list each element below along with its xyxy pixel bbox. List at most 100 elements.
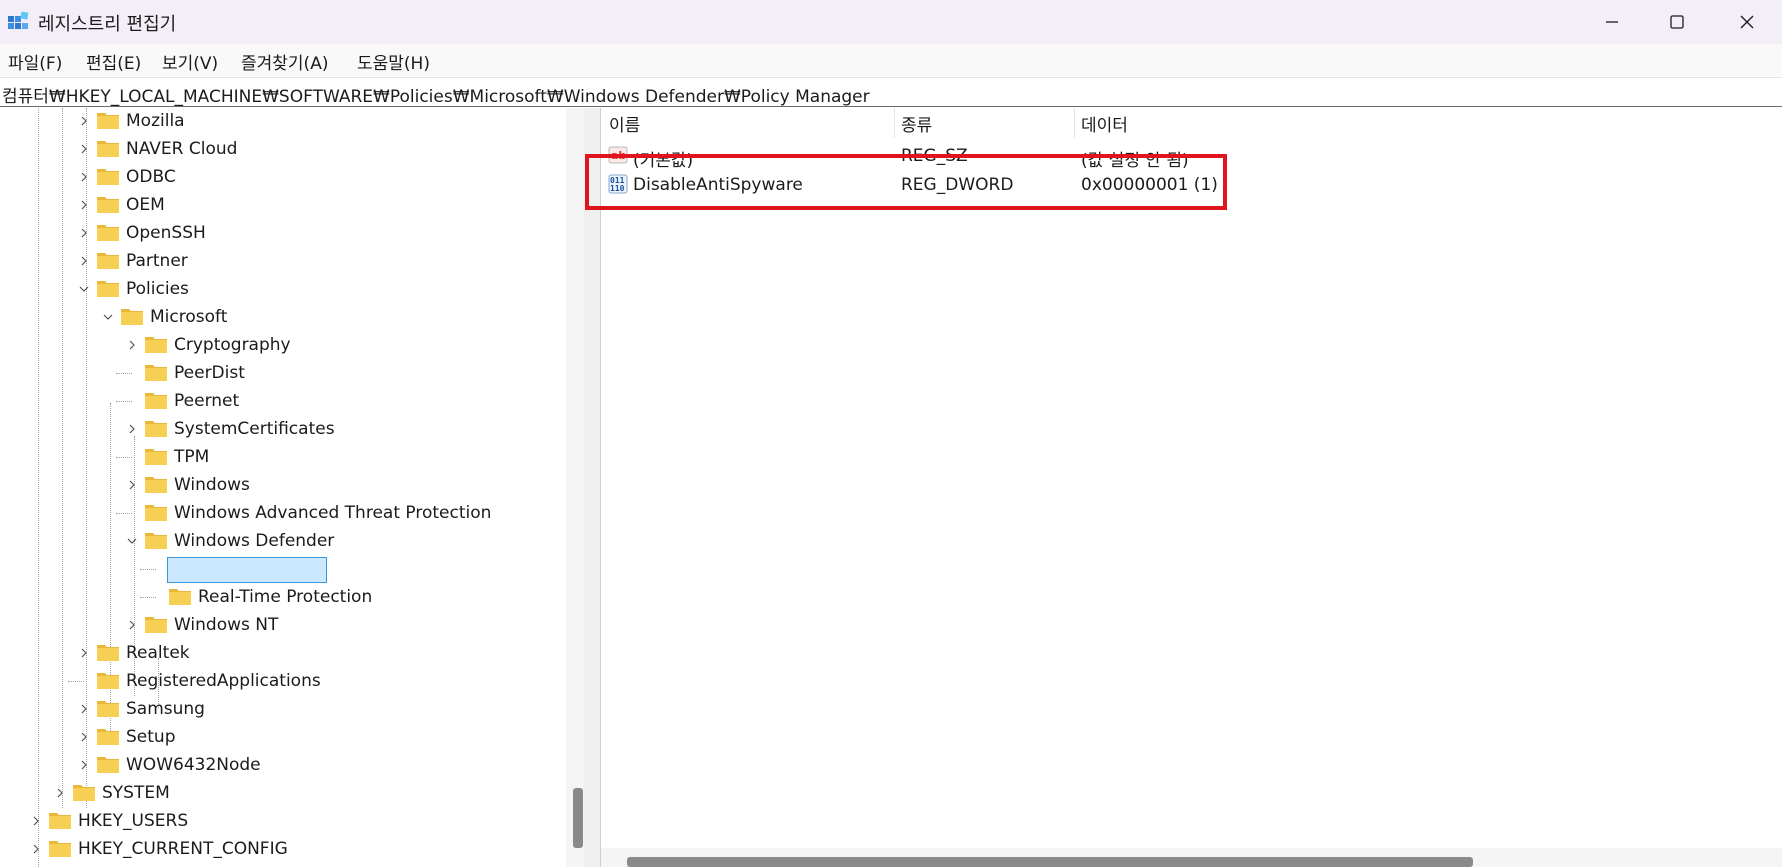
tree-guide-line <box>116 401 132 402</box>
chevron-right-icon[interactable] <box>78 759 90 771</box>
maximize-button[interactable] <box>1642 0 1712 44</box>
tree-node-label: Mozilla <box>126 111 185 131</box>
tree-node[interactable]: HKEY_USERS <box>0 808 560 834</box>
chevron-right-icon[interactable] <box>78 115 90 127</box>
tree-guide-line <box>68 681 84 682</box>
chevron-right-icon[interactable] <box>78 143 90 155</box>
tree-node[interactable]: Windows Advanced Threat Protection <box>0 500 560 526</box>
tree-node[interactable]: RegisteredApplications <box>0 668 560 694</box>
values-horizontal-scrollbar-thumb[interactable] <box>627 857 1473 867</box>
folder-icon <box>97 701 119 717</box>
chevron-right-icon[interactable] <box>126 479 138 491</box>
tree-node[interactable]: TPM <box>0 444 560 470</box>
chevron-right-icon[interactable] <box>78 255 90 267</box>
chevron-right-icon[interactable] <box>78 227 90 239</box>
pane-splitter[interactable] <box>584 108 601 867</box>
folder-icon <box>145 617 167 633</box>
tree-node-label: Setup <box>126 727 176 747</box>
annotation-highlight-box <box>585 154 1227 210</box>
chevron-down-icon[interactable] <box>126 535 138 547</box>
tree-guide-line <box>116 513 132 514</box>
column-header-data[interactable]: 데이터 <box>1081 111 1128 136</box>
tree-node[interactable]: Cryptography <box>0 332 560 358</box>
tree-node[interactable]: Windows <box>0 472 560 498</box>
tree-node[interactable]: WOW6432Node <box>0 752 560 778</box>
tree-node[interactable]: Real-Time Protection <box>0 584 560 610</box>
tree-node[interactable]: Samsung <box>0 696 560 722</box>
chevron-right-icon[interactable] <box>30 843 42 855</box>
minimize-button[interactable] <box>1577 0 1647 44</box>
folder-icon <box>97 197 119 213</box>
tree-node-label: TPM <box>174 447 210 467</box>
chevron-right-icon[interactable] <box>126 339 138 351</box>
folder-icon <box>49 813 71 829</box>
tree-node[interactable]: Setup <box>0 724 560 750</box>
chevron-right-icon[interactable] <box>30 815 42 827</box>
tree-node[interactable]: NAVER Cloud <box>0 136 560 162</box>
tree-guide-line <box>116 457 132 458</box>
registry-editor-icon <box>8 11 29 29</box>
tree-scrollbar[interactable] <box>566 108 584 867</box>
folder-icon <box>169 589 191 605</box>
tree-node[interactable]: Mozilla <box>0 108 560 134</box>
chevron-right-icon[interactable] <box>78 647 90 659</box>
tree-node[interactable]: Realtek <box>0 640 560 666</box>
folder-icon <box>97 673 119 689</box>
chevron-right-icon[interactable] <box>78 703 90 715</box>
tree-node-label: OpenSSH <box>126 223 206 243</box>
address-path[interactable]: 컴퓨터₩HKEY_LOCAL_MACHINE₩SOFTWARE₩Policies… <box>2 82 870 107</box>
folder-icon <box>73 785 95 801</box>
folder-icon <box>97 169 119 185</box>
key-tree: Mozilla NAVER Cloud ODBC OEM OpenSSH Partner P… <box>0 108 566 867</box>
chevron-right-icon[interactable] <box>54 787 66 799</box>
folder-icon <box>97 225 119 241</box>
tree-node[interactable]: HKEY_CURRENT_CONFIG <box>0 836 560 862</box>
folder-icon <box>145 365 167 381</box>
tree-node[interactable]: Policies <box>0 276 560 302</box>
menu-help[interactable]: 도움말(H) <box>357 49 430 74</box>
close-button[interactable] <box>1712 0 1782 44</box>
chevron-right-icon[interactable] <box>78 171 90 183</box>
tree-node[interactable]: SYSTEM <box>0 780 560 806</box>
folder-icon <box>97 645 119 661</box>
tree-guide-line <box>116 373 132 374</box>
menu-view[interactable]: 보기(V) <box>162 49 218 74</box>
column-separator[interactable] <box>894 108 895 138</box>
chevron-right-icon[interactable] <box>126 423 138 435</box>
address-bar[interactable]: 컴퓨터₩HKEY_LOCAL_MACHINE₩SOFTWARE₩Policies… <box>0 77 1782 107</box>
tree-node[interactable]: PeerDist <box>0 360 560 386</box>
tree-guide-line <box>140 597 156 598</box>
chevron-down-icon[interactable] <box>102 311 114 323</box>
tree-node[interactable]: ODBC <box>0 164 560 190</box>
menu-bar: 파일(F) 편집(E) 보기(V) 즐겨찾기(A) 도움말(H) <box>0 44 1782 76</box>
chevron-right-icon[interactable] <box>78 731 90 743</box>
tree-node-label: Microsoft <box>150 307 228 327</box>
menu-edit[interactable]: 편집(E) <box>86 49 141 74</box>
tree-node-label: Windows <box>174 475 250 495</box>
menu-file[interactable]: 파일(F) <box>8 49 62 74</box>
folder-icon <box>145 449 167 465</box>
folder-icon <box>97 281 119 297</box>
minimize-icon <box>1606 21 1618 23</box>
folder-icon <box>97 757 119 773</box>
tree-node[interactable]: OpenSSH <box>0 220 560 246</box>
chevron-right-icon[interactable] <box>126 619 138 631</box>
tree-node[interactable]: Windows NT <box>0 612 560 638</box>
folder-icon <box>97 113 119 129</box>
tree-node[interactable]: Windows Defender <box>0 528 560 554</box>
column-separator[interactable] <box>1074 108 1075 138</box>
tree-node[interactable]: OEM <box>0 192 560 218</box>
folder-icon <box>145 477 167 493</box>
chevron-down-icon[interactable] <box>78 283 90 295</box>
tree-node[interactable]: Microsoft <box>0 304 560 330</box>
column-header-name[interactable]: 이름 <box>609 111 640 136</box>
tree-scrollbar-thumb[interactable] <box>573 788 583 848</box>
tree-node[interactable]: Partner <box>0 248 560 274</box>
tree-node[interactable]: Peernet <box>0 388 560 414</box>
tree-node[interactable]: SystemCertificates <box>0 416 560 442</box>
menu-favorites[interactable]: 즐겨찾기(A) <box>241 49 328 74</box>
tree-node-label: Real-Time Protection <box>198 587 373 607</box>
folder-icon <box>97 141 119 157</box>
chevron-right-icon[interactable] <box>78 199 90 211</box>
column-header-type[interactable]: 종류 <box>901 111 932 136</box>
